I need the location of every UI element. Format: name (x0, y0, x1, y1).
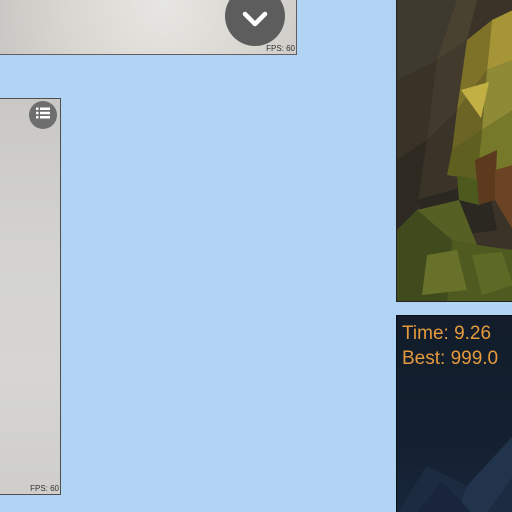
best-time-readout: Best: 999.0 (402, 348, 499, 369)
fps-counter: FPS: 60 (266, 44, 295, 53)
night-terrain (397, 437, 512, 512)
left-panel: FPS: 60 (0, 98, 61, 495)
fps-counter: FPS: 60 (30, 484, 59, 493)
menu-list-button[interactable] (29, 101, 57, 129)
screen: FPS: 60 FPS: 60 Time: 9.26 Best: 999.0 (0, 0, 512, 512)
expand-button[interactable] (225, 0, 285, 46)
chevron-down-icon (241, 0, 269, 34)
top-panel: FPS: 60 (0, 0, 297, 55)
game-timer-view: Time: 9.26 Best: 999.0 (396, 315, 512, 512)
low-poly-terrain (397, 0, 512, 301)
game-scene-view[interactable] (396, 0, 512, 302)
time-readout: Time: 9.26 (402, 323, 492, 344)
panel-diagonal-line (0, 0, 108, 54)
list-icon (36, 106, 50, 124)
